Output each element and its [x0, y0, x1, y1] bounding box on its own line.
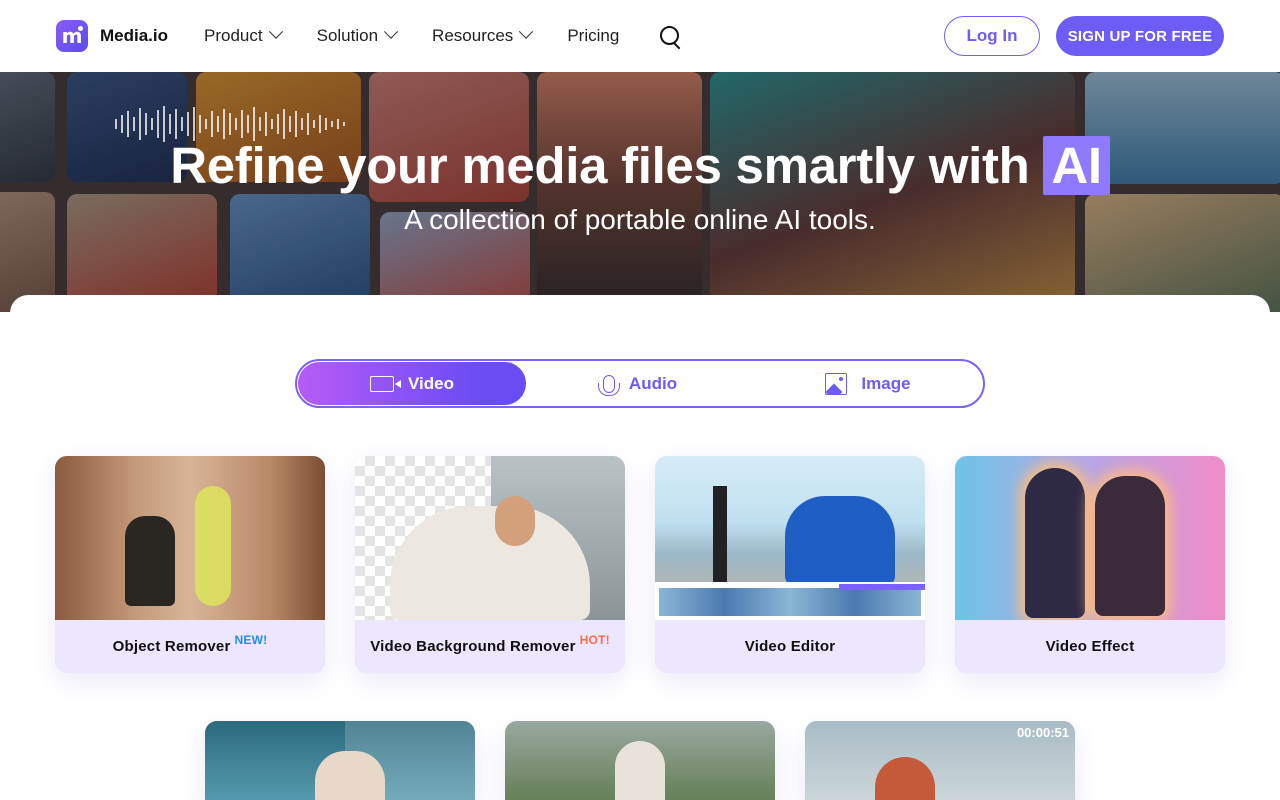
card-label: Video Background Remover HOT! [355, 620, 625, 673]
card-thumbnail [955, 456, 1225, 620]
hero-title-highlight: AI [1043, 136, 1110, 195]
card-thumbnail [355, 456, 625, 620]
top-navigation: m Media.io Product Solution Resources Pr… [0, 0, 1280, 72]
logo-text: Media.io [100, 26, 169, 45]
card-label: Video Editor [655, 620, 925, 673]
tool-card-video-editor[interactable]: Video Editor [655, 456, 925, 673]
card-thumbnail [655, 456, 925, 620]
card-thumbnail: 00:00:51 [805, 721, 1075, 800]
hero-title-text: Refine your media files smartly with [170, 137, 1044, 194]
chevron-down-icon [383, 24, 399, 39]
video-timestamp: 00:00:51 [1016, 725, 1069, 740]
menu-label: Pricing [567, 26, 620, 45]
menu-label: Solution [316, 26, 379, 45]
tool-card-video-effect[interactable]: Video Effect [955, 456, 1225, 673]
card-label: Object Remover NEW! [55, 620, 325, 673]
tab-video[interactable]: Video [298, 362, 526, 405]
logo[interactable]: m Media.io [56, 20, 168, 52]
auth-buttons: Log In SIGN UP FOR FREE [944, 16, 1224, 56]
card-thumbnail [205, 721, 475, 800]
chevron-down-icon [268, 24, 283, 39]
image-icon [825, 372, 848, 395]
tab-image[interactable]: Image [754, 362, 982, 405]
signup-button[interactable]: SIGN UP FOR FREE [1056, 16, 1224, 56]
tab-label: Audio [628, 373, 678, 393]
microphone-icon [597, 374, 620, 396]
tab-label: Video [408, 373, 454, 393]
card-thumbnail [505, 721, 775, 800]
tab-label: Image [861, 373, 911, 393]
card-thumbnail [55, 456, 325, 620]
card-title: Video Effect [1045, 638, 1135, 655]
menu-label: Resources [432, 26, 514, 45]
search-icon[interactable] [659, 25, 681, 47]
hero-banner: Refine your media files smartly with AI … [0, 72, 1280, 312]
tool-card-object-remover[interactable]: Object Remover NEW! [55, 456, 325, 673]
video-icon [370, 375, 401, 392]
card-title: Video Editor [744, 638, 836, 655]
hero-subtitle: A collection of portable online AI tools… [404, 204, 876, 235]
main-menu: Product Solution Resources Pricing [204, 24, 681, 47]
card-label: Video Effect [955, 620, 1225, 673]
tool-card[interactable] [205, 721, 475, 800]
new-badge: NEW! [234, 632, 268, 647]
card-title: Video Background Remover [370, 638, 576, 655]
tool-card[interactable] [505, 721, 775, 800]
logo-icon: m [56, 20, 88, 52]
menu-item-product[interactable]: Product [204, 24, 283, 46]
menu-item-pricing[interactable]: Pricing [567, 26, 619, 46]
media-type-tabs: Video Audio Image [295, 359, 985, 408]
hot-badge: HOT! [579, 632, 610, 647]
menu-label: Product [204, 26, 263, 45]
hero-title: Refine your media files smartly with AI [0, 136, 1280, 195]
tab-audio[interactable]: Audio [526, 362, 754, 405]
login-button[interactable]: Log In [944, 16, 1040, 56]
tool-card[interactable]: 00:00:51 [805, 721, 1075, 800]
menu-item-solution[interactable]: Solution [316, 24, 399, 46]
tool-card-video-background-remover[interactable]: Video Background Remover HOT! [355, 456, 625, 673]
menu-item-resources[interactable]: Resources [432, 24, 534, 46]
chevron-down-icon [519, 24, 534, 39]
card-title: Object Remover [112, 638, 231, 655]
